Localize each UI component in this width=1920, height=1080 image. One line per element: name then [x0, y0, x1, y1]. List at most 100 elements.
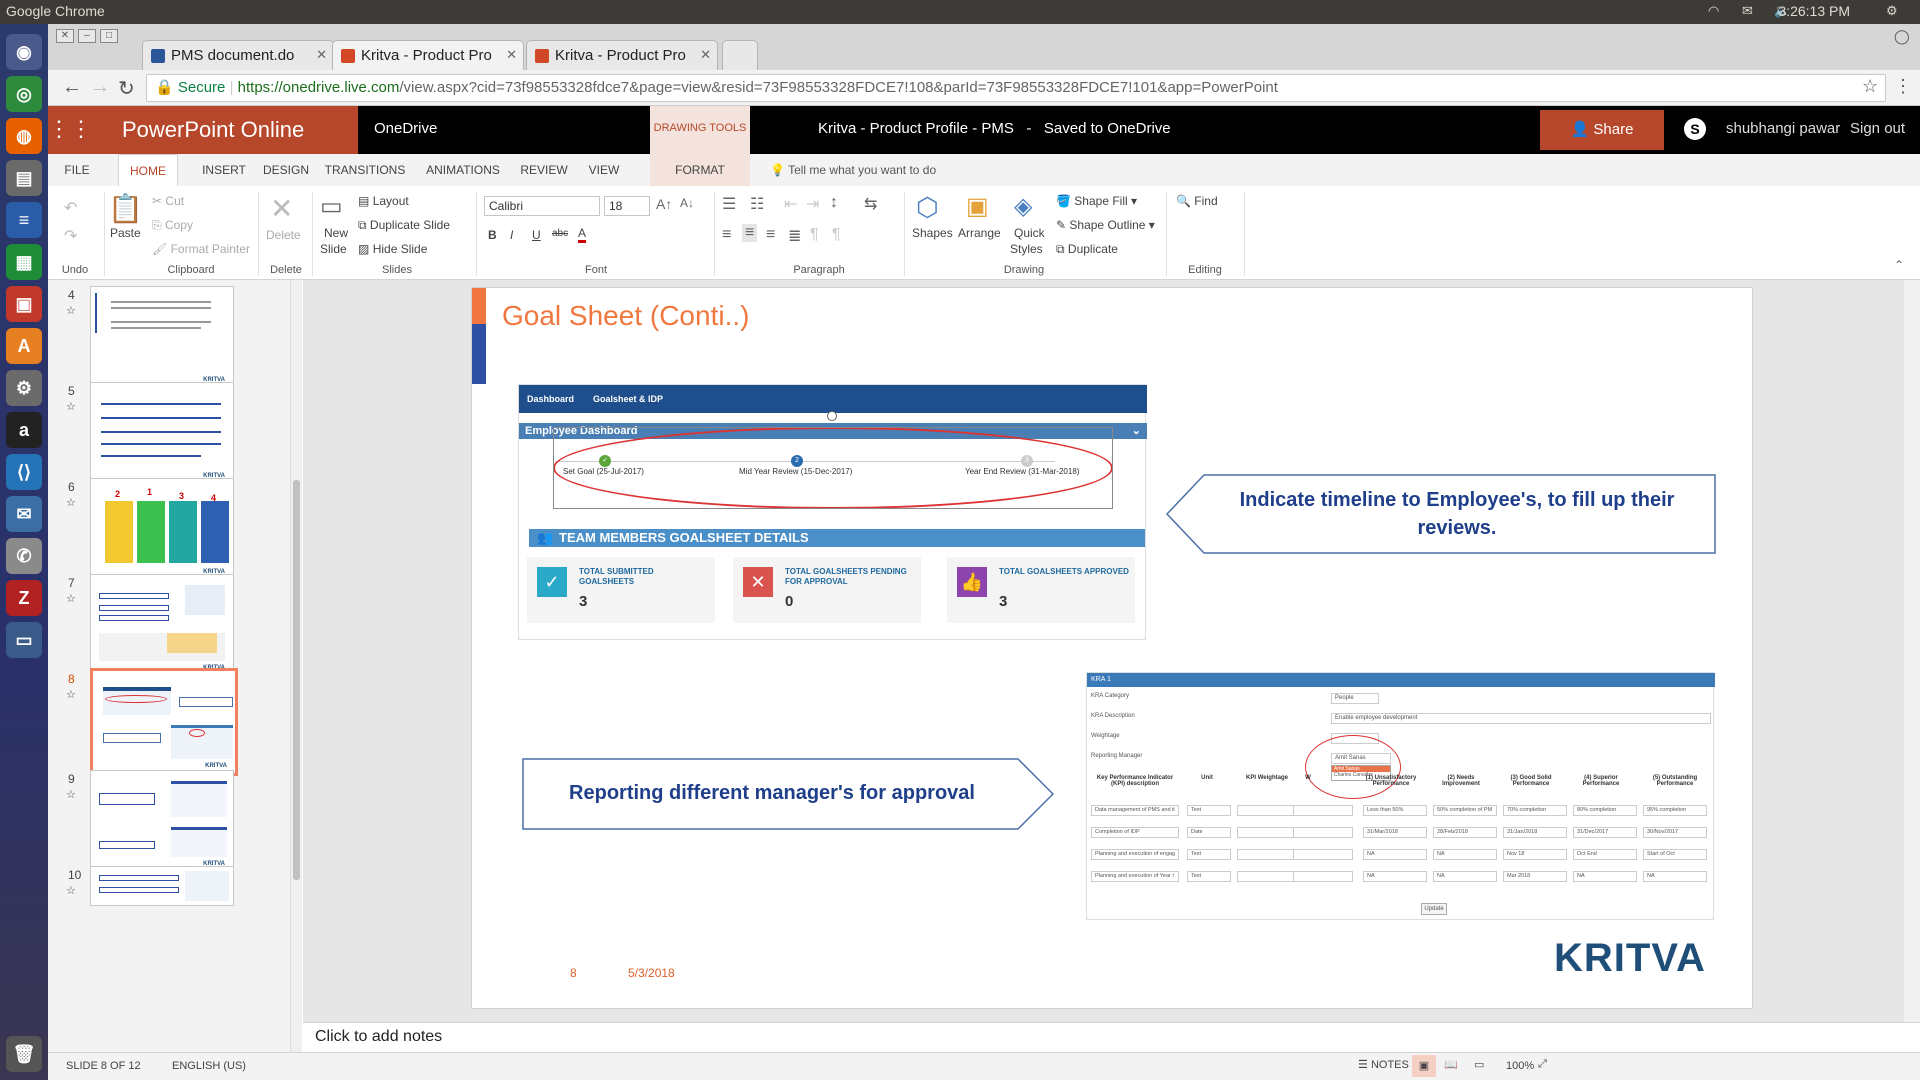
quick-styles-label-2[interactable]: Styles	[1010, 242, 1043, 256]
decrease-indent-icon[interactable]: ⇤	[784, 194, 797, 214]
canvas-scrollbar[interactable]	[1904, 280, 1920, 1022]
shape-fill-button[interactable]: 🪣 Shape Fill ▾	[1056, 194, 1137, 208]
text-direction-icon[interactable]: ⇆	[864, 194, 877, 214]
font-name-select[interactable]: Calibri	[484, 196, 600, 216]
fit-slide-icon[interactable]: ⤢	[1538, 1058, 1547, 1071]
callout-manager[interactable]: Reporting different manager's for approv…	[532, 782, 1012, 805]
slide-thumbnail-4[interactable]: KRITVA	[90, 286, 234, 388]
slide-thumbnail-10[interactable]	[90, 866, 234, 906]
new-slide-label-2[interactable]: Slide	[320, 242, 347, 256]
reload-icon[interactable]: ↻	[118, 76, 135, 101]
chrome-icon[interactable]: ◎	[6, 76, 42, 112]
tab-insert[interactable]: INSERT	[192, 154, 256, 186]
browser-tab[interactable]: PMS document.do ✕	[142, 40, 334, 70]
rotate-handle-icon[interactable]	[827, 411, 837, 421]
notes-pane[interactable]: Click to add notes	[303, 1022, 1920, 1052]
skype-icon[interactable]: S	[1684, 118, 1706, 140]
impress-icon[interactable]: ▣	[6, 286, 42, 322]
tab-review[interactable]: REVIEW	[512, 154, 576, 186]
align-center-icon[interactable]: ≡	[742, 224, 758, 242]
close-tab-icon[interactable]: ✕	[700, 47, 711, 63]
profile-icon[interactable]: ◯	[1894, 28, 1910, 45]
document-title[interactable]: Kritva - Product Profile - PMS - Saved t…	[818, 120, 1171, 137]
close-tab-icon[interactable]: ✕	[316, 47, 327, 63]
bold-button[interactable]: B	[488, 228, 497, 242]
mail-icon[interactable]: ✉	[1742, 3, 1753, 19]
undo-icon[interactable]: ↶	[64, 198, 77, 218]
tab-design[interactable]: DESIGN	[254, 154, 318, 186]
tab-file[interactable]: FILE	[52, 154, 102, 186]
italic-button[interactable]: I	[510, 228, 513, 242]
align-left-icon[interactable]: ≡	[722, 226, 731, 244]
browser-tab-active[interactable]: Kritva - Product Pro ✕	[332, 40, 524, 70]
shapes-icon[interactable]: ⬡	[916, 192, 939, 223]
tab-animations[interactable]: ANIMATIONS	[418, 154, 508, 186]
redo-icon[interactable]: ↷	[64, 226, 77, 246]
workspace-icon[interactable]: ▭	[6, 622, 42, 658]
close-window-icon[interactable]: ✕	[56, 29, 74, 43]
tab-home[interactable]: HOME	[118, 154, 178, 186]
quick-styles-label-1[interactable]: Quick	[1014, 226, 1045, 240]
firefox-icon[interactable]: ◍	[6, 118, 42, 154]
shrink-font-icon[interactable]: A↓	[680, 196, 694, 210]
thunderbird-icon[interactable]: ✉	[6, 496, 42, 532]
strikethrough-button[interactable]: abc	[552, 228, 568, 239]
software-center-icon[interactable]: A	[6, 328, 42, 364]
filezilla-icon[interactable]: Z	[6, 580, 42, 616]
paste-icon[interactable]: 📋	[108, 192, 143, 225]
shape-outline-button[interactable]: ✎ Shape Outline ▾	[1056, 218, 1155, 232]
share-button[interactable]: 👤 Share	[1540, 110, 1664, 150]
tell-me-search[interactable]: 💡 Tell me what you want to do	[770, 154, 936, 186]
quick-styles-icon[interactable]: ◈	[1014, 192, 1032, 221]
slideshow-icon[interactable]: ▭	[1474, 1058, 1484, 1071]
settings-icon[interactable]: ⚙	[6, 370, 42, 406]
files-icon[interactable]: ▤	[6, 160, 42, 196]
language-indicator[interactable]: ENGLISH (US)	[172, 1060, 246, 1072]
tab-format[interactable]: FORMAT	[650, 154, 750, 186]
dash-icon[interactable]: ◉	[6, 34, 42, 70]
mail-client-icon[interactable]: ✆	[6, 538, 42, 574]
font-size-select[interactable]: 18	[604, 196, 650, 216]
layout-button[interactable]: ▤ Layout	[358, 194, 409, 208]
slide-thumbnail-5[interactable]: KRITVA	[90, 382, 234, 484]
onedrive-link[interactable]: OneDrive	[374, 120, 437, 137]
copy-button[interactable]: ⎘ Copy	[152, 218, 193, 233]
font-color-button[interactable]: A	[578, 226, 587, 243]
callout-timeline[interactable]: Indicate timeline to Employee's, to fill…	[1212, 486, 1702, 542]
slide[interactable]: Goal Sheet (Conti..) Dashboard Goalsheet…	[472, 288, 1752, 1008]
app-name[interactable]: PowerPoint Online	[96, 106, 358, 154]
rtl-icon[interactable]: ¶	[832, 226, 841, 244]
minimize-window-icon[interactable]: –	[78, 29, 96, 43]
slide-title[interactable]: Goal Sheet (Conti..)	[502, 300, 749, 332]
bookmark-star-icon[interactable]: ☆	[1862, 76, 1878, 97]
sign-out-link[interactable]: Sign out	[1850, 120, 1905, 137]
wifi-icon[interactable]: ◠	[1708, 3, 1719, 19]
amazon-icon[interactable]: a	[6, 412, 42, 448]
arrange-button[interactable]: Arrange	[958, 226, 1001, 240]
hide-slide-button[interactable]: ▨ Hide Slide	[358, 242, 427, 256]
back-icon[interactable]: ←	[62, 76, 82, 99]
shapes-button[interactable]: Shapes	[912, 226, 953, 240]
delete-button[interactable]: Delete	[266, 228, 301, 242]
slide-thumbnail-6[interactable]: 2 1 3 4 KRITVA	[90, 478, 234, 580]
bullets-icon[interactable]: ☰	[722, 194, 736, 214]
numbering-icon[interactable]: ☷	[750, 194, 764, 214]
writer-icon[interactable]: ≡	[6, 202, 42, 238]
trash-icon[interactable]: 🗑	[6, 1036, 42, 1072]
grow-font-icon[interactable]: A↑	[656, 196, 672, 212]
tab-view[interactable]: VIEW	[576, 154, 632, 186]
new-slide-icon[interactable]: ▭	[320, 192, 343, 221]
thumbnail-scrollbar[interactable]	[290, 280, 302, 1052]
clock[interactable]: 3:26:13 PM	[1778, 3, 1850, 19]
line-spacing-icon[interactable]: ↕	[830, 194, 838, 212]
chrome-menu-icon[interactable]: ⋮	[1894, 76, 1912, 97]
calc-icon[interactable]: ▦	[6, 244, 42, 280]
user-name[interactable]: shubhangi pawar	[1726, 120, 1840, 137]
ltr-icon[interactable]: ¶	[810, 226, 819, 244]
notes-toggle[interactable]: ☰ NOTES	[1358, 1058, 1409, 1071]
close-tab-icon[interactable]: ✕	[506, 47, 517, 63]
new-slide-label-1[interactable]: New	[324, 226, 348, 240]
vscode-icon[interactable]: ⟨⟩	[6, 454, 42, 490]
zoom-level[interactable]: 100%	[1506, 1060, 1534, 1072]
increase-indent-icon[interactable]: ⇥	[806, 194, 819, 214]
